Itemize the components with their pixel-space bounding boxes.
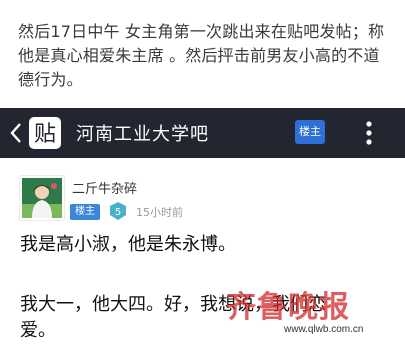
avatar[interactable]: [20, 176, 64, 220]
forum-nav-bar: 贴 河南工业大学吧 楼主: [0, 108, 405, 158]
level-badge: 5: [108, 201, 128, 221]
caption-text: 然后17日中午 女主角第一次跳出来在贴吧发帖；称他是真心相爱朱主席 。然后抨击前…: [18, 22, 385, 89]
post-header: 二斤牛杂碎 楼主 5 15小时前: [20, 176, 400, 220]
owner-badge: 楼主: [70, 204, 100, 220]
only-owner-button[interactable]: 楼主: [295, 120, 325, 144]
forum-title: 河南工业大学吧: [76, 124, 209, 145]
post-line-1: 我是高小淑，他是朱永博。: [20, 234, 236, 255]
level-number: 5: [115, 207, 121, 218]
tieba-logo-icon: 贴: [28, 116, 62, 150]
back-chevron-icon[interactable]: [6, 108, 26, 158]
news-watermark: 齐鲁晚报 www.qlwb.com.cn: [218, 282, 403, 348]
watermark-url: www.qlwb.com.cn: [284, 324, 364, 335]
username[interactable]: 二斤牛杂碎: [72, 178, 137, 197]
tieba-logo-glyph: 贴: [34, 122, 56, 147]
watermark-logo-text: 齐鲁晚报: [226, 290, 350, 325]
more-vertical-icon[interactable]: [359, 118, 379, 148]
post-time: 15小时前: [136, 206, 183, 219]
